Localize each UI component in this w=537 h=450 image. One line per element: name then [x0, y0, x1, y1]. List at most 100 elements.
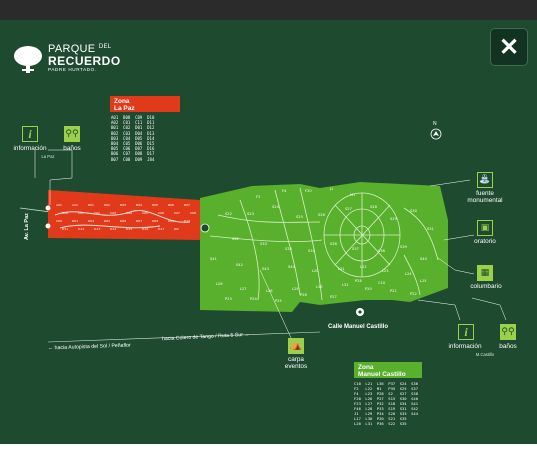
- sector-label[interactable]: S34: [285, 247, 293, 251]
- la-paz-plot-label[interactable]: A02: [72, 203, 78, 207]
- sector-label[interactable]: S41: [210, 257, 217, 261]
- la-paz-plot-label[interactable]: D10: [184, 219, 190, 223]
- sector-label[interactable]: F20: [305, 189, 312, 193]
- sector-label[interactable]: L23: [382, 269, 389, 273]
- info-marker[interactable]: [45, 205, 51, 211]
- la-paz-plot-label[interactable]: C09: [56, 219, 62, 223]
- la-paz-plot-label[interactable]: D13: [94, 227, 100, 231]
- sector-label[interactable]: S36: [330, 242, 338, 246]
- sector-label[interactable]: L21: [338, 267, 345, 271]
- la-paz-plot-label[interactable]: D11: [62, 227, 68, 231]
- sector-label[interactable]: S24: [272, 205, 280, 209]
- la-paz-plot-label[interactable]: D17: [158, 227, 164, 231]
- sector-label[interactable]: P23: [225, 297, 232, 301]
- sector-label[interactable]: S40: [420, 257, 428, 261]
- la-paz-plot-label[interactable]: D06: [120, 219, 126, 223]
- oratorio-icon[interactable]: ▣: [477, 220, 493, 236]
- la-paz-plot-label[interactable]: B03: [120, 203, 126, 207]
- la-paz-plot-label[interactable]: D12: [78, 227, 84, 231]
- la-paz-plot-label[interactable]: B08: [62, 211, 68, 215]
- sector-label[interactable]: L25: [420, 279, 427, 283]
- info-castillo-icon[interactable]: i: [458, 324, 474, 340]
- la-paz-plot-label[interactable]: C02: [94, 211, 100, 215]
- info-marker[interactable]: [45, 223, 51, 229]
- sector-label[interactable]: P20: [365, 287, 372, 291]
- sector-label[interactable]: S37: [352, 247, 359, 251]
- info-la-paz-icon[interactable]: i: [22, 126, 38, 142]
- sector-label[interactable]: L30: [316, 285, 323, 289]
- sector-label[interactable]: L20: [312, 269, 319, 273]
- sector-label[interactable]: L31: [342, 283, 349, 287]
- sector-label[interactable]: L24: [405, 272, 412, 276]
- sector-label[interactable]: S39: [400, 245, 408, 249]
- sector-label[interactable]: S27: [345, 207, 352, 211]
- sector-label[interactable]: S44: [288, 265, 296, 269]
- sector-label[interactable]: S35: [308, 249, 315, 253]
- la-paz-plot-label[interactable]: D07: [136, 219, 142, 223]
- sector-label[interactable]: P22: [410, 292, 417, 296]
- sector-label[interactable]: S29: [390, 217, 398, 221]
- la-paz-plot-label[interactable]: C05: [142, 211, 148, 215]
- sector-label[interactable]: S38: [378, 249, 386, 253]
- zona-la-paz-title-line1: Zona: [114, 98, 130, 105]
- sector-label[interactable]: L22: [360, 265, 367, 269]
- la-paz-plot-label[interactable]: C06: [158, 211, 164, 215]
- fountain-icon[interactable]: ⛲: [477, 172, 493, 188]
- sector-label[interactable]: C10: [378, 281, 386, 285]
- sector-label[interactable]: S42: [236, 263, 243, 267]
- la-paz-plot-label[interactable]: D08: [152, 219, 158, 223]
- sector-label[interactable]: P25: [275, 299, 282, 303]
- la-paz-plot-label[interactable]: B07: [184, 203, 190, 207]
- sector-label[interactable]: S32: [232, 237, 239, 241]
- sector-label[interactable]: P28: [355, 279, 362, 283]
- sector-label[interactable]: S33: [260, 242, 267, 246]
- sector-label[interactable]: L26: [216, 282, 223, 286]
- sector-label[interactable]: L29: [292, 287, 299, 291]
- sector-label[interactable]: F2: [256, 195, 260, 199]
- sector-label[interactable]: P27: [330, 295, 337, 299]
- north-label: N: [433, 121, 437, 127]
- sector-label[interactable]: S22: [225, 212, 232, 216]
- sector-label[interactable]: P26: [300, 293, 307, 297]
- la-paz-plot-label[interactable]: B02: [104, 203, 110, 207]
- la-paz-plot-label[interactable]: C03: [110, 211, 116, 215]
- la-paz-plot-label[interactable]: B04: [136, 203, 142, 207]
- la-paz-plot-label[interactable]: J84: [173, 227, 179, 231]
- la-paz-plot-label[interactable]: D05: [104, 219, 110, 223]
- carpa-icon[interactable]: ⛺: [288, 338, 304, 354]
- sector-label[interactable]: P21: [390, 289, 397, 293]
- la-paz-plot-label[interactable]: A01: [56, 203, 62, 207]
- entrance-marker[interactable]: [200, 223, 210, 233]
- sector-label[interactable]: J1: [329, 187, 333, 191]
- la-paz-plot-label[interactable]: D16: [142, 227, 148, 231]
- sector-label[interactable]: S31: [427, 227, 434, 231]
- sector-label[interactable]: S25: [296, 215, 303, 219]
- tree-logo-icon: [14, 46, 42, 73]
- sector-label[interactable]: S26: [318, 213, 326, 217]
- la-paz-plot-label[interactable]: D09: [168, 219, 174, 223]
- la-paz-plot-label[interactable]: B01: [88, 203, 94, 207]
- la-paz-plot-label[interactable]: B06: [168, 203, 174, 207]
- la-paz-plot-label[interactable]: B05: [152, 203, 158, 207]
- sector-label[interactable]: M1: [350, 193, 355, 197]
- close-button[interactable]: ✕: [490, 28, 528, 66]
- banos-la-paz-icon[interactable]: ⚲⚲: [64, 126, 80, 142]
- banos-castillo-icon[interactable]: ⚲⚲: [500, 324, 516, 340]
- sector-label[interactable]: L27: [240, 287, 247, 291]
- la-paz-plot-label[interactable]: D15: [126, 227, 132, 231]
- zona-la-paz-area[interactable]: [48, 190, 200, 240]
- columbario-icon[interactable]: ▦: [477, 265, 493, 281]
- sector-label[interactable]: S30: [410, 209, 418, 213]
- sector-label[interactable]: S23: [247, 212, 254, 216]
- la-paz-plot-label[interactable]: C08: [190, 211, 196, 215]
- sector-label[interactable]: F4: [282, 189, 287, 193]
- la-paz-plot-label[interactable]: D04: [88, 219, 94, 223]
- la-paz-plot-label[interactable]: D01: [72, 219, 78, 223]
- sector-label[interactable]: S28: [370, 205, 378, 209]
- la-paz-plot-label[interactable]: D14: [110, 227, 116, 231]
- sector-label[interactable]: S43: [262, 267, 269, 271]
- la-paz-plot-label[interactable]: C07: [174, 211, 180, 215]
- la-paz-plot-label[interactable]: C01: [78, 211, 84, 215]
- la-paz-plot-label[interactable]: C04: [126, 211, 132, 215]
- sector-label[interactable]: P24: [250, 297, 257, 301]
